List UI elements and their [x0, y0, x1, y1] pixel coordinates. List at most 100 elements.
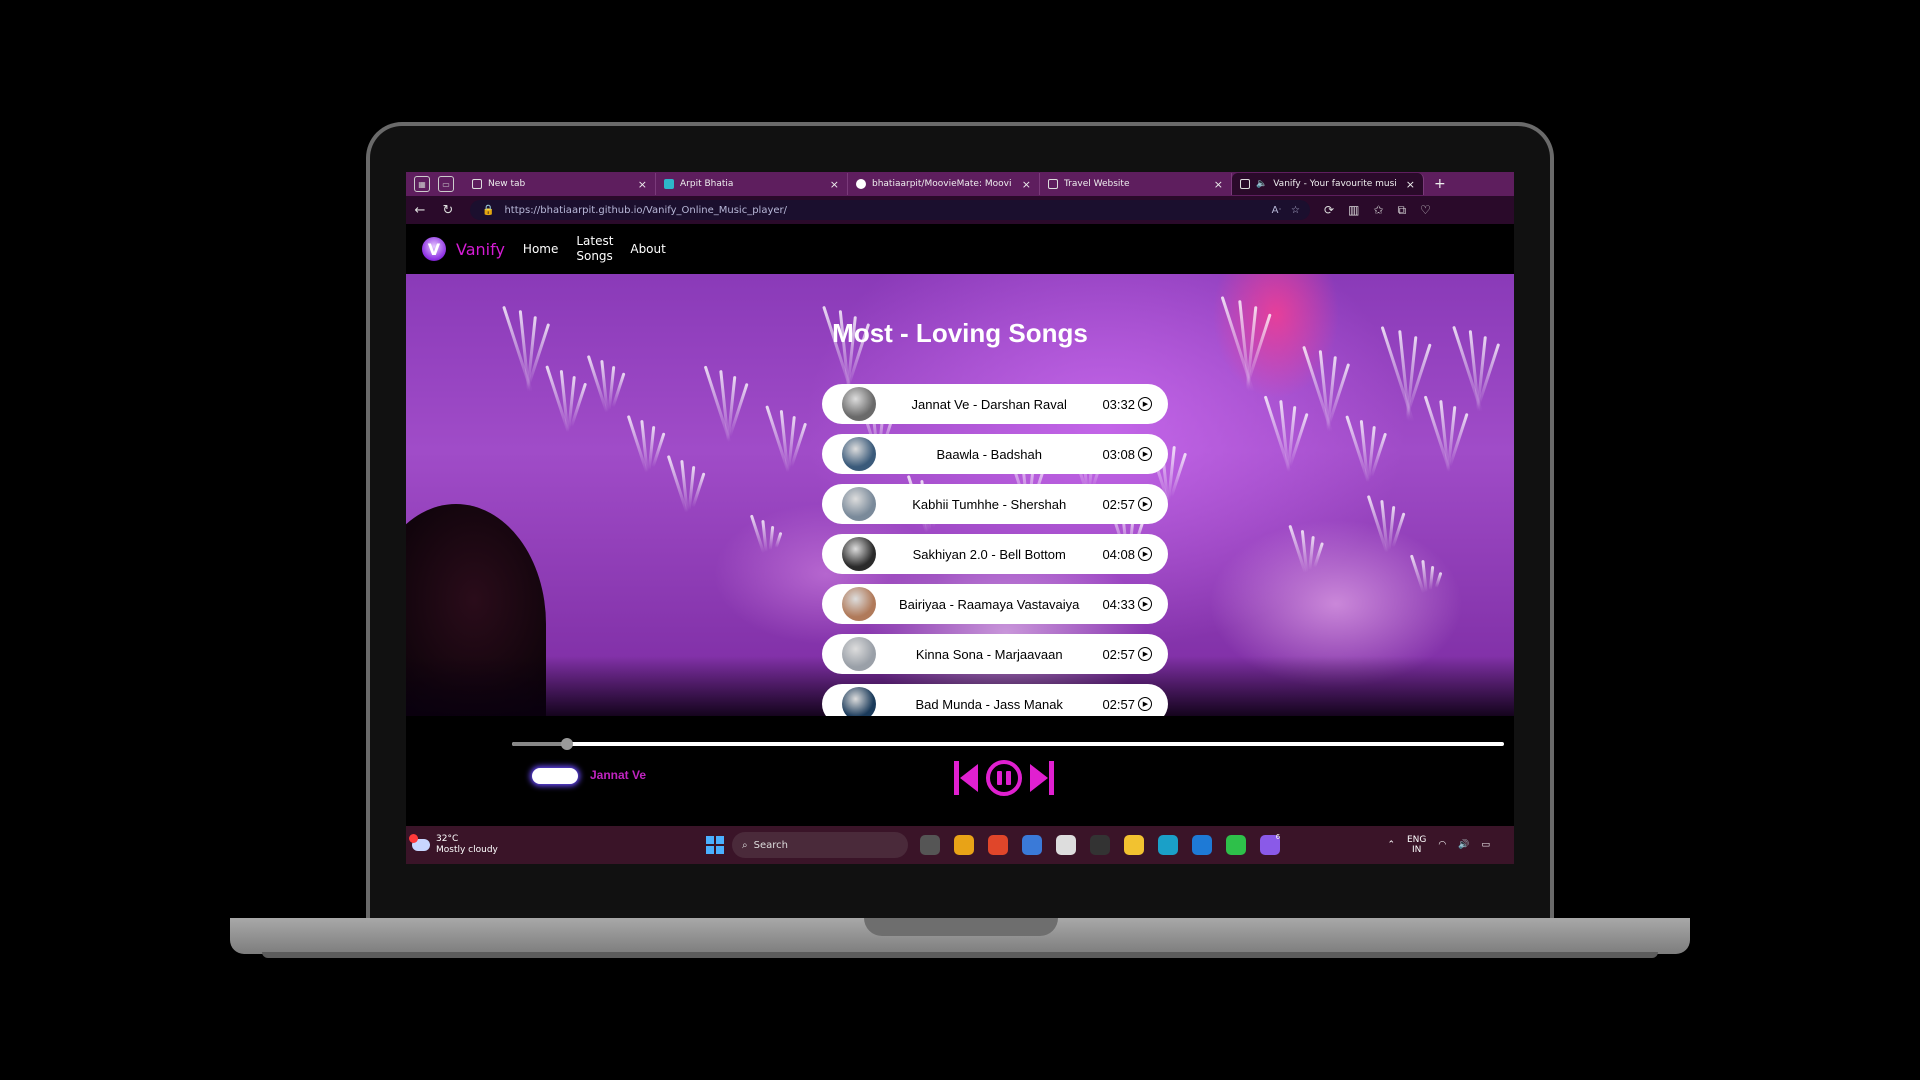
song-title: Baawla - Badshah [936, 446, 1042, 462]
play-circle-icon[interactable]: ▶ [1138, 597, 1152, 611]
nav-home[interactable]: Home [523, 242, 558, 257]
song-thumbnail [842, 587, 876, 621]
pause-icon[interactable] [986, 760, 1022, 796]
wifi-icon[interactable]: ◠ [1438, 840, 1446, 850]
windows-start-icon[interactable] [706, 836, 724, 854]
back-icon[interactable]: ← [406, 203, 434, 218]
laptop-notch [864, 918, 1058, 936]
volume-icon[interactable]: 🔊 [1458, 840, 1469, 850]
tab-actions-icon[interactable]: ▭ [438, 176, 454, 192]
windows-taskbar: 32°C Mostly cloudy ⌕ Search 6 ⌃ ENG IN ◠… [406, 826, 1514, 864]
page-title: Most - Loving Songs [832, 318, 1088, 348]
favorite-star-icon[interactable]: ☆ [1291, 205, 1300, 216]
close-tab-icon[interactable]: × [1406, 178, 1415, 191]
song-duration: 04:33 [1102, 596, 1135, 612]
play-circle-icon[interactable]: ▶ [1138, 697, 1152, 711]
song-thumbnail [842, 487, 876, 521]
github-icon [856, 179, 866, 189]
song-item[interactable]: Bad Munda - Jass Manak 02:57 ▶ [822, 684, 1168, 716]
collections-icon[interactable]: ⧉ [1397, 203, 1406, 218]
language-indicator[interactable]: ENG IN [1407, 835, 1426, 855]
next-track-icon[interactable] [1028, 761, 1054, 795]
chevron-up-icon[interactable]: ⌃ [1387, 840, 1395, 850]
hero-banner: Most - Loving Songs Jannat Ve - Darshan … [406, 274, 1514, 716]
firework-spark [1312, 542, 1324, 568]
favorites-icon[interactable]: ✩ [1373, 203, 1383, 218]
search-icon: ⌕ [742, 839, 748, 851]
site-navbar: V Vanify Home Latest Songs About [406, 224, 1514, 274]
dell-icon[interactable] [1090, 835, 1110, 855]
weather-condition: Mostly cloudy [436, 845, 498, 855]
song-title: Sakhiyan 2.0 - Bell Bottom [912, 546, 1066, 562]
play-circle-icon[interactable]: ▶ [1138, 547, 1152, 561]
read-aloud-icon[interactable]: Aᐧ [1272, 205, 1281, 216]
system-tray: ⌃ ENG IN ◠ 🔊 ▭ [1387, 835, 1514, 855]
progress-handle[interactable] [560, 738, 573, 750]
copilot-icon[interactable]: 6 [1260, 833, 1280, 855]
tab-title: Vanify - Your favourite musi [1273, 179, 1397, 189]
weather-cloud-icon [409, 834, 430, 851]
vanify-logo-icon[interactable]: V [422, 237, 446, 261]
play-circle-icon[interactable]: ▶ [1138, 647, 1152, 661]
song-item[interactable]: Baawla - Badshah 03:08 ▶ [822, 434, 1168, 474]
song-item[interactable]: Jannat Ve - Darshan Raval 03:32 ▶ [822, 384, 1168, 424]
region-code: IN [1412, 845, 1422, 855]
play-circle-icon[interactable]: ▶ [1138, 497, 1152, 511]
speaker-icon[interactable]: 🔈 [1256, 179, 1267, 189]
laptop-screen: ▦ ▭ New tab × Arpit Bhatia × bhatiaarpit… [406, 172, 1514, 864]
battery-icon[interactable]: ▭ [1481, 840, 1490, 850]
taskbar-search[interactable]: ⌕ Search [732, 832, 908, 858]
tab-title: Travel Website [1064, 179, 1130, 189]
close-tab-icon[interactable]: × [638, 178, 647, 191]
new-tab-button[interactable]: + [1434, 176, 1446, 192]
nav-about[interactable]: About [630, 242, 665, 257]
song-item[interactable]: Bairiyaa - Raamaya Vastavaiya 04:33 ▶ [822, 584, 1168, 624]
progress-fill [512, 742, 567, 746]
browser-tab[interactable]: New tab × [464, 173, 656, 195]
url-field[interactable]: 🔒 https://bhatiaarpit.github.io/Vanify_O… [470, 200, 1310, 220]
now-playing-title: Jannat Ve [590, 768, 647, 782]
refresh-icon[interactable]: ↻ [434, 203, 462, 218]
firework-spark [679, 459, 689, 513]
extensions-icon[interactable]: ⟳ [1324, 203, 1334, 218]
nav-latest-songs[interactable]: Latest Songs [576, 234, 626, 264]
snipping-tool-icon[interactable] [1022, 835, 1042, 855]
firework-spark [1428, 565, 1434, 591]
play-circle-icon[interactable]: ▶ [1138, 397, 1152, 411]
chrome-icon[interactable] [954, 835, 974, 855]
edge-icon[interactable] [1158, 835, 1178, 855]
close-tab-icon[interactable]: × [1214, 178, 1223, 191]
song-item[interactable]: Sakhiyan 2.0 - Bell Bottom 04:08 ▶ [822, 534, 1168, 574]
split-screen-icon[interactable]: ▥ [1348, 203, 1359, 218]
page-icon [1048, 179, 1058, 189]
weather-widget[interactable]: 32°C Mostly cloudy [406, 834, 706, 856]
workspaces-icon[interactable]: ▦ [414, 176, 430, 192]
song-duration: 03:32 [1102, 396, 1135, 412]
page-icon [472, 179, 482, 189]
language-code: ENG [1407, 835, 1427, 845]
play-circle-icon[interactable]: ▶ [1138, 447, 1152, 461]
close-tab-icon[interactable]: × [830, 178, 839, 191]
vscode-icon[interactable] [1192, 835, 1212, 855]
song-item[interactable]: Kabhii Tumhhe - Shershah 02:57 ▶ [822, 484, 1168, 524]
firework-spark [639, 419, 649, 473]
browser-tab[interactable]: bhatiaarpit/MoovieMate: Moovi × [848, 173, 1040, 195]
file-explorer-icon[interactable] [1124, 835, 1144, 855]
song-progress-bar[interactable] [512, 738, 1504, 750]
browser-tab-active[interactable]: 🔈 Vanify - Your favourite musi × [1232, 173, 1424, 195]
browser-tab[interactable]: Arpit Bhatia × [656, 173, 848, 195]
firework-spark [774, 531, 782, 549]
ms-store-icon[interactable] [1056, 835, 1076, 855]
firework-spark [1434, 571, 1442, 589]
brave-icon[interactable] [988, 835, 1008, 855]
playing-wave-gif [532, 768, 578, 784]
previous-track-icon[interactable] [954, 761, 980, 795]
browser-essentials-icon[interactable]: ♡ [1420, 203, 1431, 218]
song-item[interactable]: Kinna Sona - Marjaavaan 02:57 ▶ [822, 634, 1168, 674]
browser-tab[interactable]: Travel Website × [1040, 173, 1232, 195]
brand-name[interactable]: Vanify [456, 240, 505, 259]
task-view-icon[interactable] [920, 835, 940, 855]
whatsapp-icon[interactable] [1226, 835, 1246, 855]
laptop-base-edge [262, 952, 1658, 958]
close-tab-icon[interactable]: × [1022, 178, 1031, 191]
